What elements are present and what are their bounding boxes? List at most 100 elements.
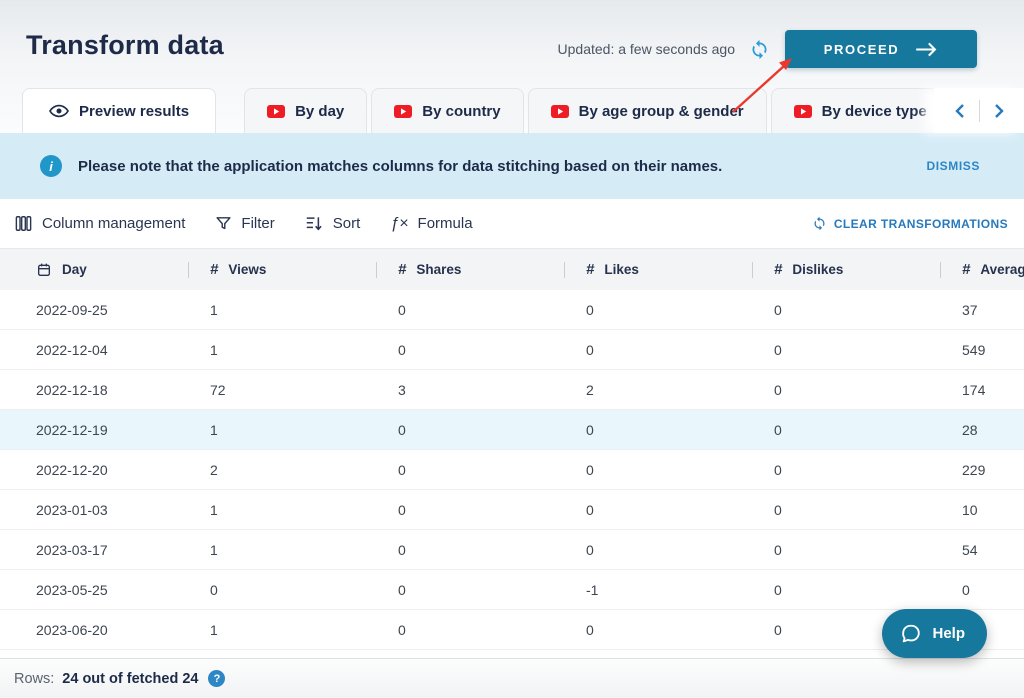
table-row[interactable]: 2023-01-03100010	[0, 490, 1024, 530]
cell-shares: 0	[376, 290, 564, 329]
number-icon: #	[962, 261, 970, 278]
dismiss-button[interactable]: DISMISS	[926, 159, 980, 173]
clear-label: CLEAR TRANSFORMATIONS	[834, 217, 1008, 231]
rows-label: Rows:	[14, 671, 54, 687]
proceed-label: PROCEED	[824, 42, 900, 57]
cell-average: 549	[940, 330, 1024, 369]
refresh-icon[interactable]	[749, 38, 771, 60]
table-row[interactable]: 2022-12-041000549	[0, 330, 1024, 370]
cell-views: 0	[188, 570, 376, 609]
columns-icon	[14, 214, 33, 233]
tab-label: By day	[295, 103, 344, 120]
column-header-likes[interactable]: # Likes	[564, 249, 752, 290]
cell-day: 2023-03-17	[0, 530, 188, 569]
cell-shares: 0	[376, 570, 564, 609]
cell-shares: 3	[376, 370, 564, 409]
tab-label: By age group & gender	[579, 103, 744, 120]
calendar-icon	[36, 262, 52, 278]
table-row[interactable]: 2022-12-1872320174	[0, 370, 1024, 410]
cell-views: 1	[188, 410, 376, 449]
cell-shares: 0	[376, 330, 564, 369]
column-header-dislikes[interactable]: # Dislikes	[752, 249, 940, 290]
column-header-average[interactable]: # Average	[940, 249, 1024, 290]
header-actions: Updated: a few seconds ago PROCEED	[558, 30, 977, 68]
cell-likes: 2	[564, 370, 752, 409]
cell-shares: 0	[376, 610, 564, 649]
chevron-right-icon[interactable]	[980, 96, 1018, 126]
transform-toolbar: Column management Filter Sort ƒ× Formula…	[0, 199, 1024, 248]
cell-views: 2	[188, 450, 376, 489]
help-button[interactable]: Help	[882, 609, 987, 658]
cell-day: 2022-12-20	[0, 450, 188, 489]
table-row[interactable]: 2022-12-19100028	[0, 410, 1024, 450]
column-header-shares[interactable]: # Shares	[376, 249, 564, 290]
youtube-icon	[794, 105, 812, 118]
number-icon: #	[210, 261, 218, 278]
table-row[interactable]: 2022-09-25100037	[0, 290, 1024, 330]
sort-button[interactable]: Sort	[305, 215, 361, 232]
column-label: Dislikes	[792, 262, 843, 277]
tab-label: By country	[422, 103, 500, 120]
cell-views: 1	[188, 530, 376, 569]
formula-button[interactable]: ƒ× Formula	[390, 215, 472, 233]
preview-table: Day # Views # Shares # Likes # Dislikes …	[0, 248, 1024, 650]
column-header-day[interactable]: Day	[0, 249, 188, 290]
cell-dislikes: 0	[752, 490, 940, 529]
updated-status: Updated: a few seconds ago	[558, 41, 735, 57]
cell-likes: 0	[564, 410, 752, 449]
cell-average: 0	[940, 570, 1024, 609]
tool-label: Sort	[333, 215, 361, 232]
tab-by-country[interactable]: By country	[371, 88, 523, 133]
cell-views: 72	[188, 370, 376, 409]
cell-dislikes: 0	[752, 570, 940, 609]
tab-preview-results[interactable]: Preview results	[22, 88, 216, 133]
cell-average: 10	[940, 490, 1024, 529]
cell-average: 28	[940, 410, 1024, 449]
table-row[interactable]: 2022-12-202000229	[0, 450, 1024, 490]
cell-day: 2023-05-25	[0, 570, 188, 609]
table-row[interactable]: 2023-03-17100054	[0, 530, 1024, 570]
clear-transformations-button[interactable]: CLEAR TRANSFORMATIONS	[812, 216, 1008, 231]
cell-dislikes: 0	[752, 290, 940, 329]
column-header-views[interactable]: # Views	[188, 249, 376, 290]
tab-by-day[interactable]: By day	[244, 88, 367, 133]
column-label: Likes	[604, 262, 639, 277]
cell-likes: 0	[564, 450, 752, 489]
sort-icon	[305, 215, 324, 232]
filter-button[interactable]: Filter	[215, 215, 274, 232]
cell-dislikes: 0	[752, 410, 940, 449]
number-icon: #	[398, 261, 406, 278]
formula-icon: ƒ×	[390, 215, 408, 233]
tab-by-age-group-gender[interactable]: By age group & gender	[528, 88, 767, 133]
table-header: Day # Views # Shares # Likes # Dislikes …	[0, 248, 1024, 290]
cell-dislikes: 0	[752, 330, 940, 369]
cell-likes: -1	[564, 570, 752, 609]
column-management-button[interactable]: Column management	[14, 214, 185, 233]
number-icon: #	[586, 261, 594, 278]
column-label: Shares	[416, 262, 461, 277]
cell-day: 2023-06-20	[0, 610, 188, 649]
info-icon: i	[40, 155, 62, 177]
question-icon[interactable]: ?	[208, 670, 225, 687]
cell-day: 2023-01-03	[0, 490, 188, 529]
cell-views: 1	[188, 490, 376, 529]
number-icon: #	[774, 261, 782, 278]
tool-label: Formula	[418, 215, 473, 232]
arrow-right-icon	[915, 42, 938, 57]
banner-message: Please note that the application matches…	[78, 158, 926, 175]
table-row[interactable]: 2023-06-201000	[0, 610, 1024, 650]
proceed-button[interactable]: PROCEED	[785, 30, 977, 68]
chevron-left-icon[interactable]	[941, 96, 979, 126]
cell-views: 1	[188, 610, 376, 649]
tab-by-device-type[interactable]: By device type	[771, 88, 950, 133]
youtube-icon	[551, 105, 569, 118]
cell-day: 2022-12-19	[0, 410, 188, 449]
tool-label: Column management	[42, 215, 185, 232]
column-label: Views	[228, 262, 266, 277]
table-row[interactable]: 2023-05-2500-100	[0, 570, 1024, 610]
chat-icon	[900, 623, 922, 645]
cell-dislikes: 0	[752, 530, 940, 569]
help-label: Help	[932, 625, 965, 642]
cell-day: 2022-09-25	[0, 290, 188, 329]
cell-day: 2022-12-18	[0, 370, 188, 409]
